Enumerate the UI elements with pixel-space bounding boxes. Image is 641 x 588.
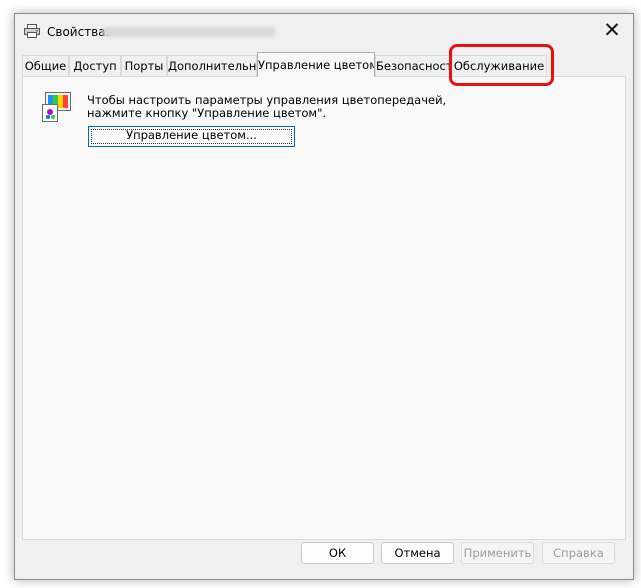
tab-general[interactable]: Общие: [22, 55, 69, 76]
tab-security[interactable]: Безопасность: [375, 55, 451, 76]
cancel-button[interactable]: Отмена: [381, 542, 454, 564]
instruction-text: Чтобы настроить параметры управления цве…: [87, 94, 446, 120]
title-bar: Свойства: ✕: [15, 14, 633, 48]
tab-content-panel: Чтобы настроить параметры управления цве…: [22, 76, 626, 540]
printer-properties-dialog: Свойства: ✕ Общие Доступ Порты Дополните…: [14, 13, 634, 580]
tab-sharing[interactable]: Доступ: [69, 55, 121, 76]
instruction-line-2: нажмите кнопку "Управление цветом".: [87, 106, 327, 120]
color-management-icon: [42, 92, 71, 122]
help-button[interactable]: Справка: [542, 542, 615, 564]
ok-button[interactable]: ОК: [301, 542, 374, 564]
tab-ports[interactable]: Порты: [121, 55, 167, 76]
apply-button[interactable]: Применить: [461, 542, 534, 564]
maintenance-tab-highlight: [449, 44, 554, 86]
color-management-button[interactable]: Управление цветом...: [88, 126, 295, 147]
printer-name-redacted: [103, 27, 275, 37]
printer-icon: [24, 24, 40, 38]
window-title: Свойства:: [47, 25, 110, 39]
tab-advanced[interactable]: Дополнительно: [167, 55, 257, 76]
close-button[interactable]: ✕: [591, 14, 633, 48]
tab-color-management[interactable]: Управление цветом: [257, 52, 375, 77]
